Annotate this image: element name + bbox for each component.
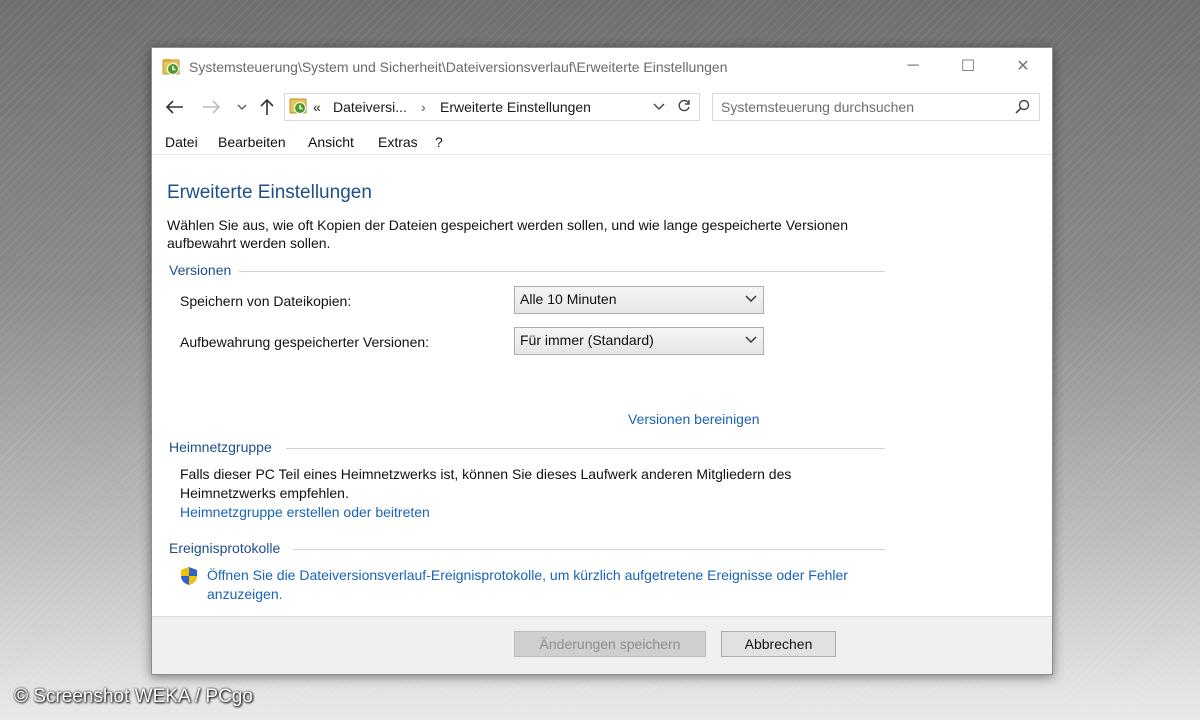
maximize-button[interactable]: ☐	[943, 48, 993, 84]
menu-ansicht[interactable]: Ansicht	[308, 134, 354, 150]
window-title: Systemsteuerung\System und Sicherheit\Da…	[189, 59, 728, 75]
cleanup-versions-link[interactable]: Versionen bereinigen	[628, 411, 760, 427]
refresh-icon[interactable]	[677, 99, 691, 113]
control-panel-history-icon	[289, 98, 307, 114]
save-frequency-label: Speichern von Dateikopien:	[180, 293, 352, 309]
save-frequency-value: Alle 10 Minuten	[520, 291, 617, 307]
section-heading-versionen: Versionen	[169, 262, 232, 278]
menu-extras[interactable]: Extras	[378, 134, 418, 150]
title-bar: Systemsteuerung\System und Sicherheit\Da…	[152, 48, 1052, 84]
address-dropdown-chevron-icon[interactable]	[653, 103, 665, 111]
page-title: Erweiterte Einstellungen	[167, 182, 372, 203]
chevron-down-icon	[237, 104, 247, 110]
back-button[interactable]	[164, 96, 186, 118]
copyright-watermark: © Screenshot WEKA / PCgo	[14, 686, 253, 707]
arrow-left-icon	[166, 100, 183, 114]
save-frequency-dropdown[interactable]: Alle 10 Minuten	[514, 286, 764, 314]
section-heading-ereignisprotokolle: Ereignisprotokolle	[169, 540, 281, 556]
search-box[interactable]	[712, 93, 1040, 121]
up-button[interactable]	[256, 96, 278, 118]
navigation-bar: « Dateiversi... › Erweiterte Einstellung…	[152, 88, 1052, 124]
page-description: Wählen Sie aus, wie oft Kopien der Datei…	[167, 217, 848, 251]
recent-locations-button[interactable]	[231, 96, 253, 118]
chevron-down-icon	[745, 336, 757, 343]
address-bar[interactable]: « Dateiversi... › Erweiterte Einstellung…	[284, 93, 700, 121]
cancel-button[interactable]: Abbrechen	[721, 631, 836, 657]
search-icon[interactable]	[1015, 99, 1030, 114]
arrow-up-icon	[260, 98, 274, 115]
section-divider	[293, 549, 885, 550]
retention-dropdown[interactable]: Für immer (Standard)	[514, 327, 764, 355]
save-changes-button[interactable]: Änderungen speichern	[514, 631, 706, 657]
section-heading-heimnetzgruppe: Heimnetzgruppe	[169, 439, 272, 455]
breadcrumb-erweiterte-einstellungen[interactable]: Erweiterte Einstellungen	[440, 99, 591, 115]
minimize-button[interactable]: ─	[888, 48, 938, 84]
breadcrumb-separator: ›	[421, 99, 426, 115]
homegroup-text: Falls dieser PC Teil eines Heimnetzwerks…	[180, 466, 792, 501]
breadcrumb-overflow[interactable]: «	[313, 99, 321, 115]
control-panel-history-icon	[162, 59, 180, 75]
menu-bar: Datei Bearbeiten Ansicht Extras ?	[152, 132, 1052, 155]
button-bar: Änderungen speichern Abbrechen	[152, 616, 1052, 674]
menu-datei[interactable]: Datei	[165, 134, 198, 150]
retention-label: Aufbewahrung gespeicherter Versionen:	[180, 334, 430, 350]
event-logs-link[interactable]: Öffnen Sie die Dateiversionsverlauf-Erei…	[207, 566, 857, 604]
homegroup-join-link[interactable]: Heimnetzgruppe erstellen oder beitreten	[180, 504, 430, 520]
breadcrumb-dateiversionsverlauf[interactable]: Dateiversi...	[333, 99, 407, 115]
explorer-window: Systemsteuerung\System und Sicherheit\Da…	[151, 47, 1053, 675]
arrow-right-icon	[203, 100, 220, 114]
menu-bearbeiten[interactable]: Bearbeiten	[218, 134, 286, 150]
menu-help[interactable]: ?	[435, 134, 443, 150]
forward-button[interactable]	[200, 96, 222, 118]
chevron-down-icon	[745, 295, 757, 302]
section-divider	[239, 271, 885, 272]
main-content: Erweiterte Einstellungen Wählen Sie aus,…	[152, 156, 1052, 616]
close-button[interactable]: ✕	[998, 48, 1048, 84]
uac-shield-icon	[181, 567, 197, 585]
search-input[interactable]	[721, 97, 1001, 117]
retention-value: Für immer (Standard)	[520, 332, 654, 348]
section-divider	[286, 448, 885, 449]
